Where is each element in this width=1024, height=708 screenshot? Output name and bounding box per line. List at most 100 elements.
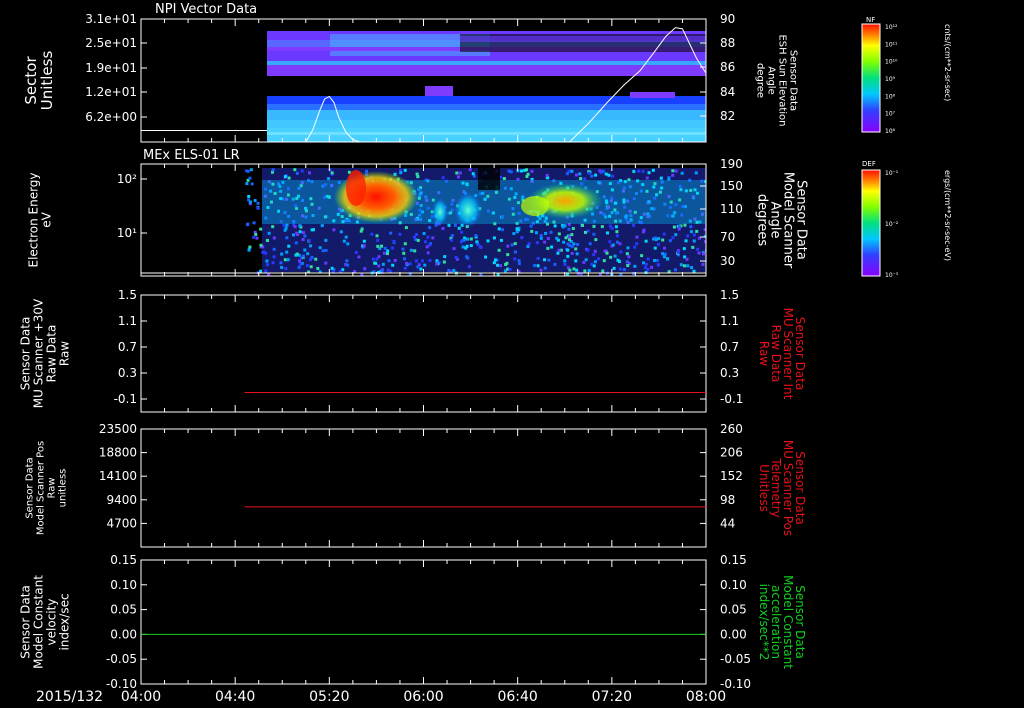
els-speckle [419, 267, 423, 271]
els-speckle [556, 251, 560, 255]
els-speckle [625, 260, 629, 264]
els-speckle [673, 268, 677, 272]
els-speckle [659, 176, 663, 180]
els-speckle [567, 227, 571, 231]
els-speckle [428, 259, 432, 263]
els-speckle [526, 244, 530, 248]
els-speckle [324, 248, 328, 252]
els-speckle [655, 259, 659, 263]
els-speckle [271, 225, 275, 229]
els-speckle [362, 239, 366, 243]
els-speckle [392, 239, 396, 243]
panel5-right-tick-label: -0.05 [720, 652, 751, 666]
els-speckle [674, 233, 678, 237]
panel1-right-tick-label: 84 [720, 85, 735, 99]
els-speckle [650, 265, 654, 269]
els-speckle [530, 229, 534, 233]
colorbar-nf: NF cnts/(cm**2-sr-sec) 10¹² 10¹¹ 10¹⁰ 10⁹ 10… [861, 16, 952, 135]
colorbar-tick-label: 10⁷ [885, 111, 896, 118]
panel3-right-tick-label: 1.5 [720, 288, 739, 302]
els-speckle [590, 174, 594, 178]
els-speckle [408, 262, 412, 266]
els-speckle [515, 230, 519, 234]
els-speckle [321, 249, 325, 253]
els-speckle [633, 264, 637, 268]
els-speckle [668, 239, 672, 243]
panel1-left-axis-label: SectorUnitless [22, 51, 56, 111]
els-speckle [297, 265, 301, 269]
els-speckle [492, 236, 496, 240]
els-speckle [306, 252, 310, 256]
els-speckle [571, 227, 575, 231]
els-speckle [557, 248, 561, 252]
panel1-right-tick-label: 90 [720, 12, 735, 26]
els-speckle [574, 259, 578, 263]
panel4-right-tick-label: 152 [720, 469, 743, 483]
els-speckle [416, 238, 420, 242]
els-speckle [435, 262, 439, 266]
els-speckle [695, 229, 699, 233]
panel1-right-axis-label: Sensor DataESH Sun ElevationAngledegree [755, 34, 799, 126]
els-speckle [383, 246, 387, 250]
els-speckle [250, 182, 254, 186]
els-speckle [398, 232, 402, 236]
els-speckle [424, 240, 428, 244]
panel4-frame [140, 428, 707, 548]
els-speckle [492, 261, 496, 265]
els-speckle [423, 263, 427, 267]
els-speckle [447, 268, 451, 272]
els-speckle [310, 228, 314, 232]
els-speckle [543, 258, 547, 262]
els-speckle [280, 265, 284, 269]
els-speckle [529, 224, 533, 228]
els-speckle [513, 257, 517, 261]
els-speckle [581, 223, 585, 227]
panel5-left-tick-label: -0.05 [106, 652, 137, 666]
els-speckle [684, 239, 688, 243]
panel2-right-axis-label: Sensor DataModel ScannerAngledegrees [755, 172, 809, 269]
els-speckle [661, 238, 665, 242]
els-speckle [308, 244, 312, 248]
els-speckle [520, 236, 524, 240]
els-speckle [692, 269, 696, 273]
els-speckle [344, 235, 348, 239]
els-speckle [671, 236, 675, 240]
panel2-left-axis-label: Electron EnergyeV [27, 172, 54, 267]
els-speckle [543, 266, 547, 270]
els-speckle [641, 261, 645, 265]
els-speckle [375, 257, 379, 261]
els-speckle [267, 231, 271, 235]
els-speckle [632, 169, 636, 173]
els-speckle [476, 242, 480, 246]
els-speckle [286, 258, 290, 262]
els-speckle [420, 259, 424, 263]
els-speckle [416, 265, 420, 269]
els-speckle [564, 236, 568, 240]
panel3-left-axis-label: Sensor DataMU Scanner +30VRaw DataRaw [19, 298, 72, 408]
els-speckle [654, 238, 658, 242]
els-speckle [600, 225, 604, 229]
panel2-left-tick-label: 10¹ [117, 226, 137, 240]
els-speckle [578, 172, 582, 176]
panel1-title: NPI Vector Data [155, 2, 257, 17]
els-speckle [546, 237, 550, 241]
els-speckle [285, 236, 289, 240]
els-speckle [513, 242, 517, 246]
els-speckle [570, 251, 574, 255]
panel2-right-tick-label: 190 [720, 157, 743, 171]
els-speckle [393, 258, 397, 262]
els-speckle [570, 169, 574, 173]
els-speckle [497, 248, 501, 252]
els-speckle [403, 266, 407, 270]
date-label: 2015/132 [36, 689, 103, 705]
els-speckle [390, 246, 394, 250]
els-speckle [697, 251, 701, 255]
panel5-right-axis-label: Sensor DataModel Constantaccelerationind… [757, 575, 807, 669]
colorbar-tick-label: 10⁻¹ [885, 170, 899, 177]
els-speckle [252, 235, 256, 239]
els-speckle [291, 233, 295, 237]
els-speckle [246, 169, 250, 173]
panel4-left-tick-label: 18800 [99, 446, 137, 460]
els-speckle [674, 169, 678, 173]
els-speckle [309, 265, 313, 269]
